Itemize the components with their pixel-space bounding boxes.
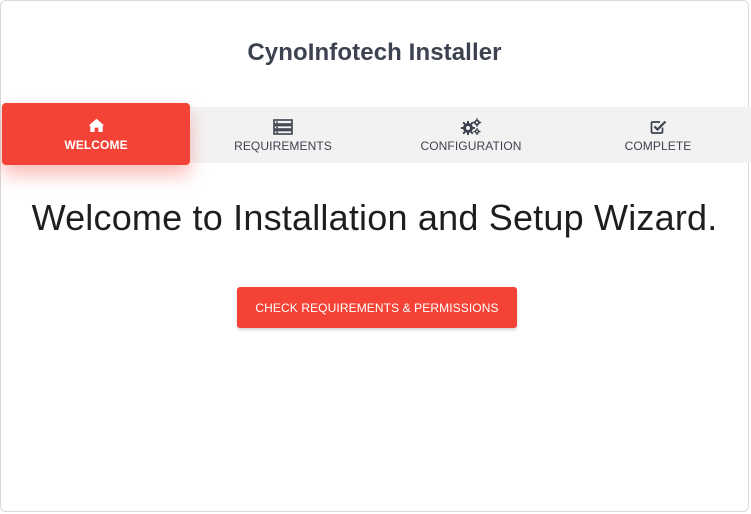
step-welcome[interactable]: WELCOME xyxy=(2,103,190,165)
checkbox-icon xyxy=(650,118,667,136)
step-configuration[interactable]: CONFIGURATION xyxy=(377,107,565,163)
gears-icon xyxy=(460,117,482,136)
app-title: CynoInfotech Installer xyxy=(247,39,502,66)
step-configuration-label: CONFIGURATION xyxy=(420,138,522,153)
steps-bar: WELCOME REQUIREMENTS CONFIGURATION COMPL… xyxy=(1,103,751,165)
check-requirements-button[interactable]: CHECK REQUIREMENTS & PERMISSIONS xyxy=(237,287,517,328)
server-list-icon xyxy=(273,118,293,136)
installer-card: CynoInfotech Installer WELCOME REQUIREME… xyxy=(0,0,751,512)
step-complete[interactable]: COMPLETE xyxy=(564,107,751,163)
step-requirements[interactable]: REQUIREMENTS xyxy=(189,107,377,163)
step-complete-label: COMPLETE xyxy=(624,138,692,153)
step-welcome-label: WELCOME xyxy=(64,137,128,152)
home-icon xyxy=(88,117,105,135)
welcome-heading: Welcome to Installation and Setup Wizard… xyxy=(31,197,718,238)
step-requirements-label: REQUIREMENTS xyxy=(234,138,332,153)
